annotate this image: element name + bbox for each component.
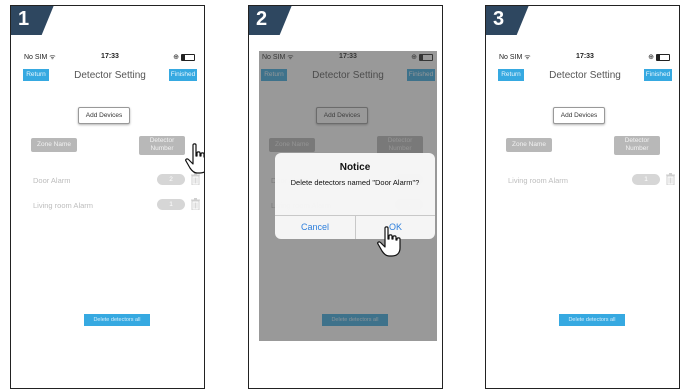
status-bar: No SIM ᯤ 17:33 ⊕ [496,53,674,65]
battery-icon [656,53,670,61]
detector-number-pill[interactable]: 2 [157,174,185,185]
detector-number-header[interactable]: DetectorNumber [614,136,660,155]
hand-pointer-icon [185,143,204,174]
step-number: 2 [256,8,268,30]
trash-icon[interactable] [191,198,200,210]
step-badge: 2 [249,6,292,35]
dialog-title: Notice [339,162,371,173]
add-devices-button[interactable]: Add Devices [78,107,130,124]
step-number: 3 [493,8,505,30]
step-panel-2: 2 No SIM ᯤ 17:33 ⊕ Return Detector Setti… [248,5,443,389]
step-badge: 3 [486,6,529,35]
alarm-clock-icon: ⊕ [648,54,655,61]
battery-icon [181,53,195,61]
detector-number-pill[interactable]: 1 [632,174,660,185]
dialog-message: Delete detectors named "Door Alarm"? [290,178,420,187]
step-panel-3: 3 No SIM ᯤ 17:33 ⊕ Return Detector Setti… [485,5,680,389]
zone-name-header[interactable]: Zone Name [31,138,77,152]
phone-screen: No SIM ᯤ 17:33 ⊕ Return Detector Setting… [496,51,675,341]
step-panel-1: 1 No SIM ᯤ 17:33 ⊕ Return Detector Setti… [10,5,205,389]
step-number: 1 [18,8,30,30]
finished-button[interactable]: Finished [169,69,197,81]
delete-all-button[interactable]: Delete detectors all [559,314,625,326]
detector-name: Living room Alarm [508,176,569,185]
finished-button[interactable]: Finished [644,69,672,81]
zone-name-header[interactable]: Zone Name [506,138,552,152]
hand-pointer-icon [377,226,401,257]
trash-icon[interactable] [666,173,675,185]
delete-all-button[interactable]: Delete detectors all [84,314,150,326]
detector-name: Door Alarm [33,176,71,185]
step-badge: 1 [11,6,54,35]
status-bar: No SIM ᯤ 17:33 ⊕ [21,53,199,65]
confirm-dialog: Notice Delete detectors named "Door Alar… [275,153,435,239]
phone-screen: No SIM ᯤ 17:33 ⊕ Return Detector Setting… [21,51,204,341]
alarm-clock-icon: ⊕ [173,54,180,61]
detector-number-header[interactable]: DetectorNumber [139,136,185,155]
phone-screen: No SIM ᯤ 17:33 ⊕ Return Detector Setting… [259,51,437,341]
detector-name: Living room Alarm [33,201,94,210]
cancel-button[interactable]: Cancel [275,216,355,239]
detector-number-pill[interactable]: 1 [157,199,185,210]
add-devices-button[interactable]: Add Devices [553,107,605,124]
